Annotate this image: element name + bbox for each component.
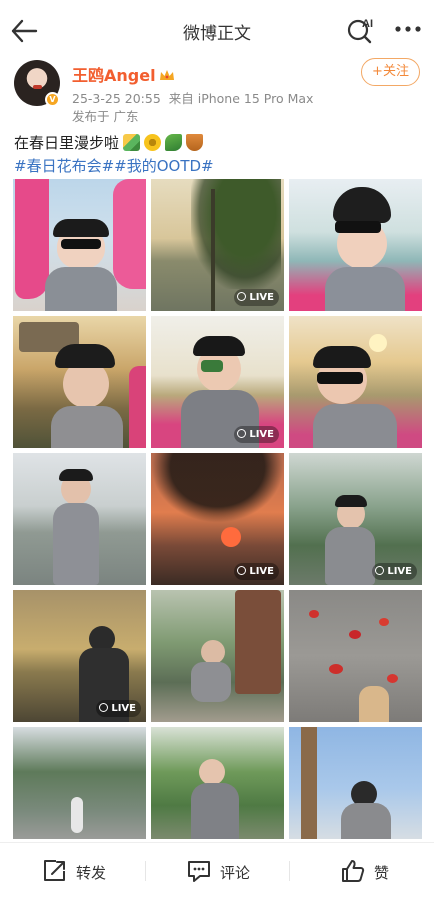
post-source: 来自 iPhone 15 Pro Max xyxy=(168,91,314,106)
landscape-emoji-icon xyxy=(123,134,141,151)
crown-icon xyxy=(159,70,174,80)
photo-12[interactable] xyxy=(289,590,422,722)
comment-button[interactable]: 评论 xyxy=(186,859,266,883)
post-meta: 25-3-25 20:55 来自 iPhone 15 Pro Max xyxy=(72,88,313,107)
photo-14[interactable] xyxy=(151,727,284,839)
photo-2[interactable]: LIVE xyxy=(151,179,284,311)
photo-7[interactable] xyxy=(13,453,146,585)
photo-4[interactable] xyxy=(13,316,146,448)
post-text: 在春日里漫步啦 xyxy=(14,132,204,153)
photo-6[interactable] xyxy=(289,316,422,448)
photo-8[interactable]: LIVE xyxy=(151,453,284,585)
live-badge: LIVE xyxy=(96,700,141,717)
top-bar: 微博正文 AI xyxy=(0,0,434,58)
photo-9[interactable]: LIVE xyxy=(289,453,422,585)
repost-icon xyxy=(44,860,65,881)
sunflower-emoji-icon xyxy=(144,134,162,151)
author-name[interactable]: 王鸥Angel xyxy=(72,62,175,86)
photo-10[interactable]: LIVE xyxy=(13,590,146,722)
live-badge: LIVE xyxy=(234,289,279,306)
photo-1[interactable] xyxy=(13,179,146,311)
live-badge: LIVE xyxy=(234,563,279,580)
hashtag-links[interactable]: #春日花布会##我的OOTD# xyxy=(14,155,214,176)
comment-icon xyxy=(188,861,210,882)
thumbs-up-icon xyxy=(342,860,365,882)
divider xyxy=(145,861,146,881)
more-options-icon[interactable] xyxy=(394,24,422,34)
photo-15[interactable] xyxy=(289,727,422,839)
verified-badge: V xyxy=(45,92,60,107)
live-badge: LIVE xyxy=(372,563,417,580)
photo-grid: LIVE LIVE LIVE LIVE LIVE xyxy=(13,179,422,839)
post-location: 发布于 广东 xyxy=(72,109,139,124)
like-button[interactable]: 赞 xyxy=(340,859,400,883)
repost-button[interactable]: 转发 xyxy=(42,859,122,883)
author-header: V 王鸥Angel 25-3-25 20:55 来自 iPhone 15 Pro… xyxy=(0,56,434,124)
photo-3[interactable] xyxy=(289,179,422,311)
ai-search-icon[interactable]: AI xyxy=(346,16,376,44)
follow-button[interactable]: +关注 xyxy=(361,58,420,86)
svg-text:AI: AI xyxy=(362,18,373,30)
divider xyxy=(289,861,290,881)
photo-11[interactable] xyxy=(151,590,284,722)
boat-emoji-icon xyxy=(186,134,204,151)
live-badge: LIVE xyxy=(234,426,279,443)
herb-emoji-icon xyxy=(165,134,183,151)
photo-5[interactable]: LIVE xyxy=(151,316,284,448)
photo-13[interactable] xyxy=(13,727,146,839)
bottom-action-bar: 转发 评论 赞 xyxy=(0,842,434,900)
post-datetime: 25-3-25 20:55 xyxy=(72,91,161,106)
